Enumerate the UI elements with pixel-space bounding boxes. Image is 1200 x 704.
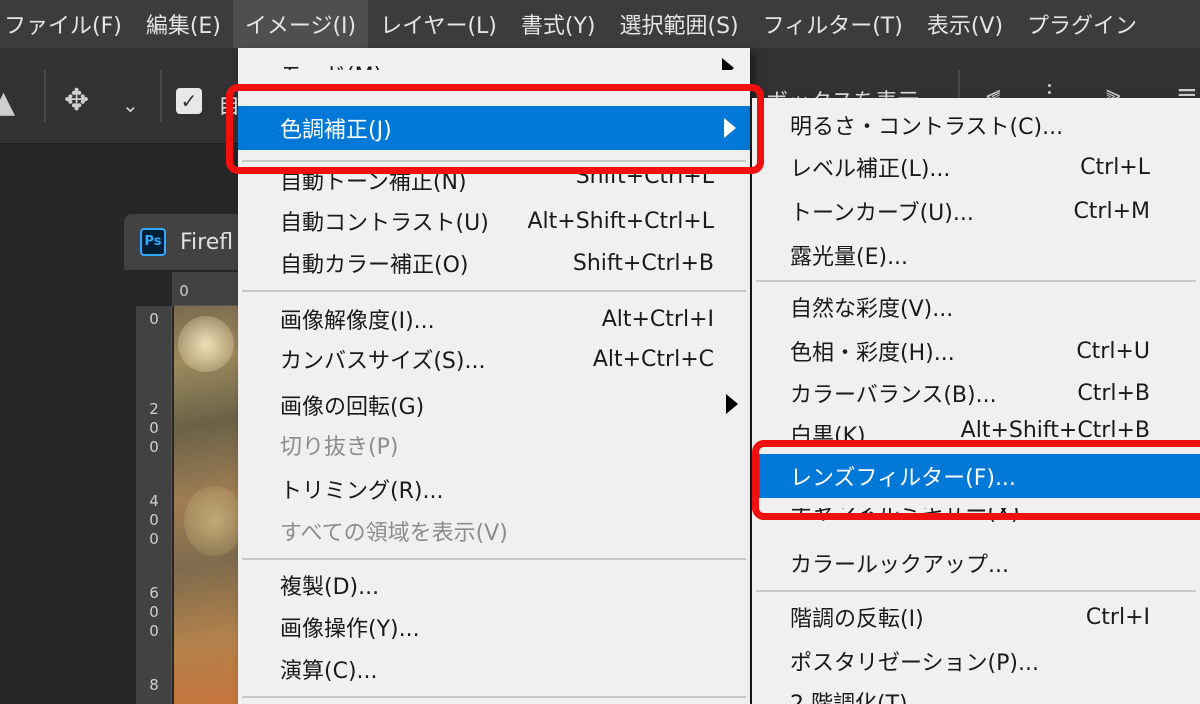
menu-item-image-size[interactable]: 画像解像度(I)... Alt+Ctrl+I <box>238 298 750 340</box>
menu-separator <box>756 280 1196 282</box>
menu-item-curves[interactable]: トーンカーブ(U)... Ctrl+M <box>752 190 1200 232</box>
menu-item-mode[interactable]: モード(M) <box>238 48 750 70</box>
menu-separator <box>756 590 1196 592</box>
menu-edit[interactable]: 編集(E) <box>134 0 233 48</box>
menu-item-auto-color[interactable]: 自動カラー補正(O) Shift+Ctrl+B <box>238 242 750 284</box>
menu-item-image-rotation[interactable]: 画像の回転(G) <box>238 384 750 426</box>
submenu-arrow-icon <box>726 394 738 414</box>
highlight-adjustments <box>226 84 764 174</box>
menu-item-auto-contrast[interactable]: 自動コントラスト(U) Alt+Shift+Ctrl+L <box>238 200 750 242</box>
menu-item-color-balance[interactable]: カラーバランス(B)... Ctrl+B <box>752 372 1200 414</box>
menu-item-auto-tone[interactable]: 自動トーン補正(N) Shift+Ctrl+L <box>238 172 750 194</box>
menu-image[interactable]: イメージ(I) <box>232 0 369 48</box>
menu-plugins[interactable]: プラグイン <box>1015 0 1149 48</box>
auto-select-checkbox[interactable]: ✓ <box>176 88 202 114</box>
menu-separator <box>242 290 746 292</box>
menu-item-brightness-contrast[interactable]: 明るさ・コントラスト(C)... <box>752 104 1200 146</box>
arrow-partial-icon[interactable]: ▲ <box>0 88 15 118</box>
menu-item-canvas-size[interactable]: カンバスサイズ(S)... Alt+Ctrl+C <box>238 338 750 380</box>
document-title: Firefl <box>180 230 234 255</box>
menu-item-crop[interactable]: 切り抜き(P) <box>238 424 750 466</box>
menu-separator <box>242 558 746 560</box>
ruler-label: 6 0 0 <box>149 584 159 640</box>
options-divider <box>44 70 46 122</box>
menu-item-exposure[interactable]: 露光量(E)... <box>752 234 1200 276</box>
menu-type[interactable]: 書式(Y) <box>509 0 608 48</box>
photoshop-icon: Ps <box>140 228 166 256</box>
ruler-label: 0 <box>149 310 159 328</box>
menu-item-black-white[interactable]: 白黒(K)... Alt+Shift+Ctrl+B <box>752 420 1200 442</box>
menu-item-threshold[interactable]: 2 階調化(T)... <box>752 688 1200 704</box>
menu-select[interactable]: 選択範囲(S) <box>608 0 751 48</box>
menubar: ファイル(F) 編集(E) イメージ(I) レイヤー(L) 書式(Y) 選択範囲… <box>0 0 1200 48</box>
ruler-label: 8 <box>149 676 159 694</box>
menu-item-levels[interactable]: レベル補正(L)... Ctrl+L <box>752 146 1200 188</box>
menu-layer[interactable]: レイヤー(L) <box>368 0 509 48</box>
menu-filter[interactable]: フィルター(T) <box>751 0 915 48</box>
menu-file[interactable]: ファイル(F) <box>0 0 134 48</box>
menu-item-trim[interactable]: トリミング(R)... <box>238 468 750 510</box>
menu-item-apply-image[interactable]: 画像操作(Y)... <box>238 606 750 648</box>
ruler-label: 2 0 0 <box>149 400 159 456</box>
menu-item-vibrance[interactable]: 自然な彩度(V)... <box>752 286 1200 328</box>
menu-item-invert[interactable]: 階調の反転(I) Ctrl+I <box>752 596 1200 638</box>
menu-item-calculations[interactable]: 演算(C)... <box>238 648 750 690</box>
menu-view[interactable]: 表示(V) <box>915 0 1015 48</box>
adjustments-submenu: 明るさ・コントラスト(C)... レベル補正(L)... Ctrl+L トーンカ… <box>752 98 1200 704</box>
menu-item-posterize[interactable]: ポスタリゼーション(P)... <box>752 640 1200 682</box>
menu-item-color-lookup[interactable]: カラールックアップ... <box>752 542 1200 584</box>
move-tool-icon[interactable]: ✥ <box>64 86 89 116</box>
menu-item-hue-saturation[interactable]: 色相・彩度(H)... Ctrl+U <box>752 330 1200 372</box>
ruler-label: 4 0 0 <box>149 492 159 548</box>
ruler-label: 0 <box>179 282 189 300</box>
menu-separator <box>242 696 746 698</box>
chevron-down-icon[interactable]: ⌄ <box>122 90 139 120</box>
menu-item-duplicate[interactable]: 複製(D)... <box>238 564 750 606</box>
submenu-arrow-icon <box>722 58 734 70</box>
menu-item-reveal-all[interactable]: すべての領域を表示(V) <box>238 510 750 552</box>
highlight-lens-filter <box>752 440 1200 520</box>
options-divider <box>160 70 162 122</box>
